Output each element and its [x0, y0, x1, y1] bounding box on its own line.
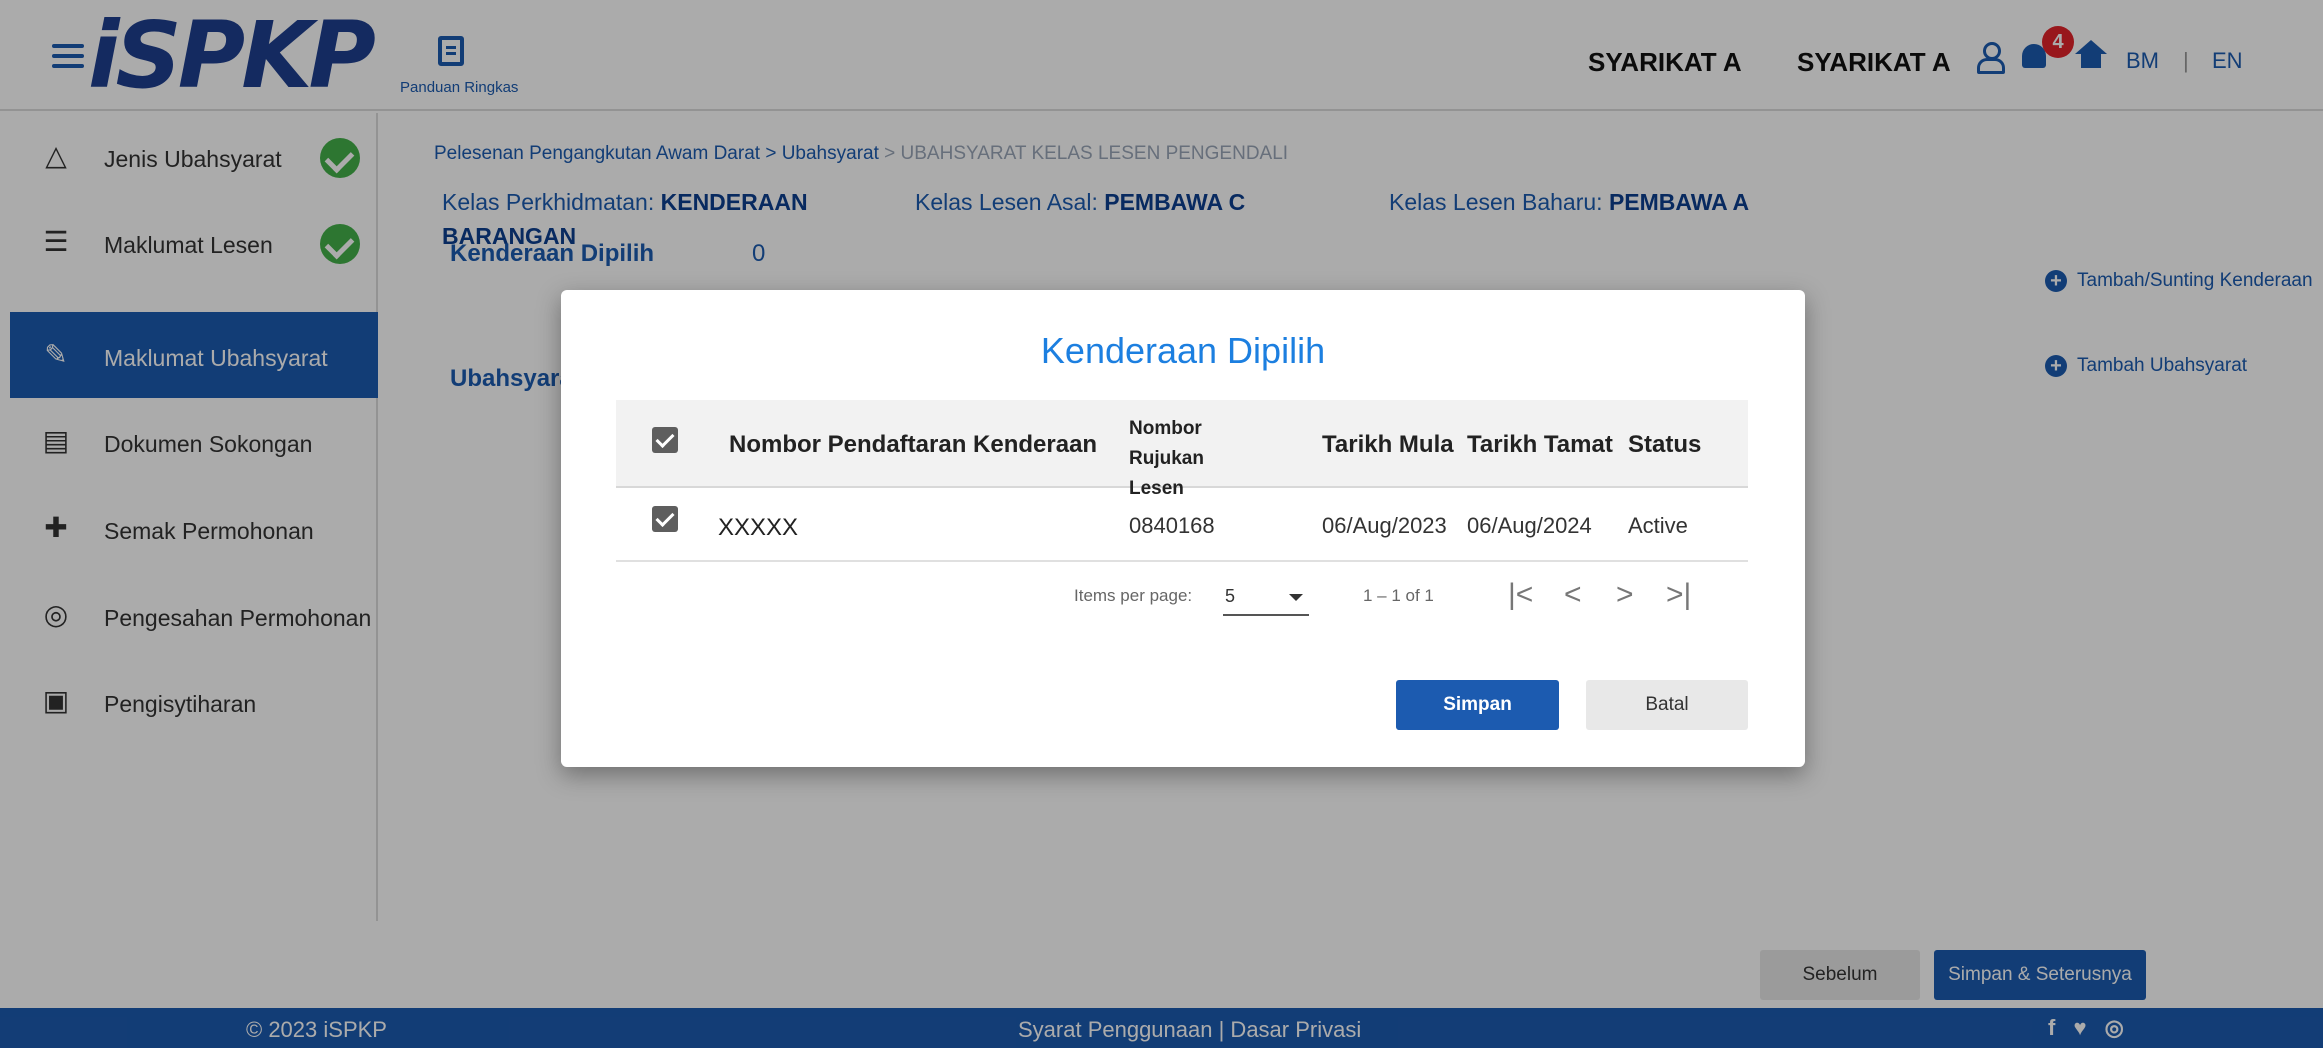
last-page-icon[interactable]: >| — [1666, 578, 1691, 612]
col-end-date[interactable]: Tarikh Tamat — [1467, 431, 1613, 459]
cancel-button[interactable]: Batal — [1586, 680, 1748, 730]
table-header: Nombor Pendaftaran Kenderaan Nombor Ruju… — [616, 400, 1748, 499]
cell-reg-no: XXXXX — [718, 514, 799, 541]
save-button[interactable]: Simpan — [1396, 680, 1559, 730]
page-range: 1 – 1 of 1 — [1363, 586, 1434, 605]
select-all-checkbox[interactable] — [652, 427, 678, 453]
cell-status: Active — [1628, 513, 1688, 538]
row-checkbox[interactable] — [652, 506, 678, 532]
paginator: Items per page: 5 1 – 1 of 1 |< < > >| — [616, 570, 1748, 630]
dropdown-arrow-icon — [1289, 594, 1303, 601]
dialog-title: Kenderaan Dipilih — [1040, 330, 1326, 371]
cell-start-date: 06/Aug/2023 — [1322, 513, 1447, 538]
selected-vehicles-dialog: Kenderaan Dipilih Nombor Pendaftaran Ken… — [561, 290, 1805, 767]
first-page-icon[interactable]: |< — [1508, 578, 1533, 612]
col-status[interactable]: Status — [1628, 431, 1701, 459]
col-start-date[interactable]: Tarikh Mula — [1322, 431, 1454, 459]
col-reg-no[interactable]: Nombor Pendaftaran Kenderaan — [729, 431, 1097, 459]
cell-ref-no: 0840168 — [1129, 513, 1215, 538]
next-page-icon[interactable]: > — [1616, 578, 1634, 612]
items-per-page-select[interactable]: 5 — [1223, 582, 1309, 616]
prev-page-icon[interactable]: < — [1564, 578, 1582, 612]
table-row[interactable]: XXXXX 0840168 06/Aug/2023 06/Aug/2024 Ac… — [616, 488, 1748, 562]
vehicles-table: Nombor Pendaftaran Kenderaan Nombor Ruju… — [616, 400, 1748, 562]
items-per-page-label: Items per page: — [1074, 586, 1193, 605]
cell-end-date: 06/Aug/2024 — [1467, 513, 1592, 538]
